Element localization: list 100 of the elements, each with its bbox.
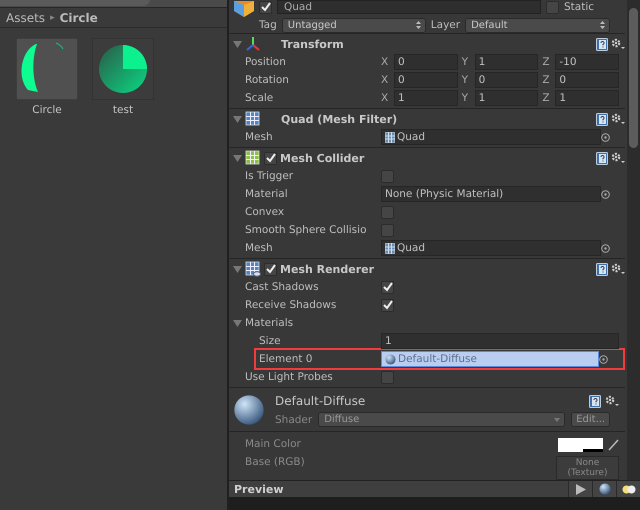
asset-name: Circle — [32, 104, 62, 116]
help-icon[interactable] — [596, 262, 608, 276]
field-label: Material — [245, 188, 289, 200]
object-field[interactable]: Quad — [381, 240, 601, 256]
axes-icon — [245, 36, 261, 52]
lights-button[interactable] — [616, 481, 640, 497]
field-label: Use Light Probes — [245, 371, 334, 383]
checkbox[interactable] — [381, 206, 394, 218]
help-icon[interactable] — [596, 152, 608, 164]
object-picker-icon[interactable] — [601, 190, 610, 198]
number-field[interactable]: 0 — [394, 72, 458, 88]
preview-title: Preview — [234, 482, 284, 496]
gear-icon[interactable] — [611, 113, 625, 125]
number-field[interactable]: 1 — [474, 54, 538, 70]
breadcrumb-separator: ▸ — [50, 12, 55, 22]
field-label: Receive Shadows — [245, 299, 338, 311]
axis-label: Z — [542, 74, 551, 86]
help-icon[interactable] — [589, 394, 601, 408]
scrollbar-thumb[interactable] — [629, 8, 638, 148]
axis-label: X — [381, 74, 390, 86]
play-icon — [576, 484, 586, 494]
field-label: Mesh — [245, 242, 274, 254]
checkbox[interactable] — [259, 0, 272, 14]
axis-label: Z — [542, 92, 551, 104]
field-label: Position — [245, 56, 287, 68]
updown-arrow-icon — [600, 21, 606, 29]
sphere-icon — [385, 354, 396, 364]
axis-label: Y — [462, 92, 470, 104]
number-field[interactable]: 0 — [394, 54, 458, 70]
material-name: Default-Diffuse — [275, 394, 366, 408]
field-label: Cast Shadows — [245, 281, 320, 293]
foldout-icon[interactable] — [233, 40, 242, 48]
name-field[interactable]: Quad — [277, 0, 541, 14]
field-label: Scale — [245, 92, 274, 104]
color-swatch[interactable] — [558, 438, 603, 452]
layer-dropdown[interactable]: Default — [465, 18, 610, 32]
checkbox[interactable] — [264, 262, 277, 276]
property-label: Main Color — [245, 438, 301, 450]
checkbox[interactable] — [381, 298, 394, 312]
foldout-icon[interactable] — [233, 318, 242, 328]
gear-icon[interactable] — [611, 38, 625, 50]
field-label: Convex — [245, 206, 286, 218]
breadcrumb-item[interactable]: Assets — [6, 10, 46, 24]
preview-sphere-icon — [598, 483, 610, 495]
group-label: Materials — [245, 317, 294, 329]
axis-label: X — [381, 92, 390, 104]
play-button[interactable] — [568, 481, 592, 497]
field-label: Mesh — [245, 131, 274, 143]
checkbox[interactable] — [546, 0, 559, 14]
layer-label: Layer — [430, 19, 460, 31]
object-field[interactable]: None (Physic Material) — [381, 186, 601, 202]
sphere-button[interactable] — [592, 481, 616, 497]
checkbox[interactable] — [381, 280, 394, 294]
static-label: Static — [564, 1, 594, 13]
checkbox[interactable] — [381, 370, 394, 384]
number-field[interactable]: -10 — [555, 54, 620, 70]
axis-label: Y — [462, 74, 470, 86]
tag-label: Tag — [259, 19, 277, 31]
foldout-icon[interactable] — [233, 154, 242, 162]
gear-icon[interactable] — [611, 152, 625, 164]
foldout-icon[interactable] — [233, 114, 242, 124]
material-sphere-icon — [233, 394, 265, 426]
component-title: Mesh Collider — [280, 152, 366, 164]
component-title: Transform — [281, 38, 345, 50]
shader-label: Shader — [275, 414, 312, 426]
number-field[interactable]: 1 — [474, 90, 538, 106]
number-field[interactable]: 0 — [474, 72, 538, 88]
field-label: Rotation — [245, 74, 290, 86]
property-label: Base (RGB) — [245, 456, 305, 468]
updown-arrow-icon — [416, 21, 421, 29]
component-title: Mesh Renderer — [280, 262, 376, 276]
object-picker-icon[interactable] — [599, 354, 608, 364]
axis-label: Z — [542, 56, 551, 68]
help-icon[interactable] — [596, 38, 608, 50]
foldout-icon[interactable] — [233, 264, 242, 274]
checkbox[interactable] — [381, 170, 394, 182]
tag-dropdown[interactable]: Untagged — [282, 18, 426, 32]
grid-eye-icon — [245, 261, 261, 277]
number-field[interactable]: 1 — [394, 90, 458, 106]
grid-icon — [245, 150, 261, 166]
number-field[interactable]: 1 — [381, 333, 619, 349]
checkbox[interactable] — [381, 224, 394, 236]
grid-icon — [245, 111, 261, 127]
asset-name: test — [112, 104, 134, 116]
object-picker-icon[interactable] — [601, 244, 610, 252]
eyedropper-icon[interactable] — [608, 439, 619, 451]
breadcrumb-item[interactable]: Circle — [60, 10, 98, 24]
gear-icon[interactable] — [611, 263, 625, 275]
mesh-icon — [385, 132, 395, 142]
object-field[interactable]: Quad — [381, 129, 601, 145]
gear-icon[interactable] — [605, 394, 619, 406]
axis-label: Y — [462, 56, 470, 68]
field-label: Is Trigger — [245, 170, 294, 182]
checkbox[interactable] — [264, 152, 277, 164]
help-icon[interactable] — [596, 112, 608, 126]
number-field[interactable]: 1 — [555, 90, 620, 106]
mesh-icon — [385, 242, 395, 254]
number-field[interactable]: 0 — [555, 72, 620, 88]
object-picker-icon[interactable] — [601, 132, 610, 142]
scrollbar[interactable] — [627, 0, 640, 480]
